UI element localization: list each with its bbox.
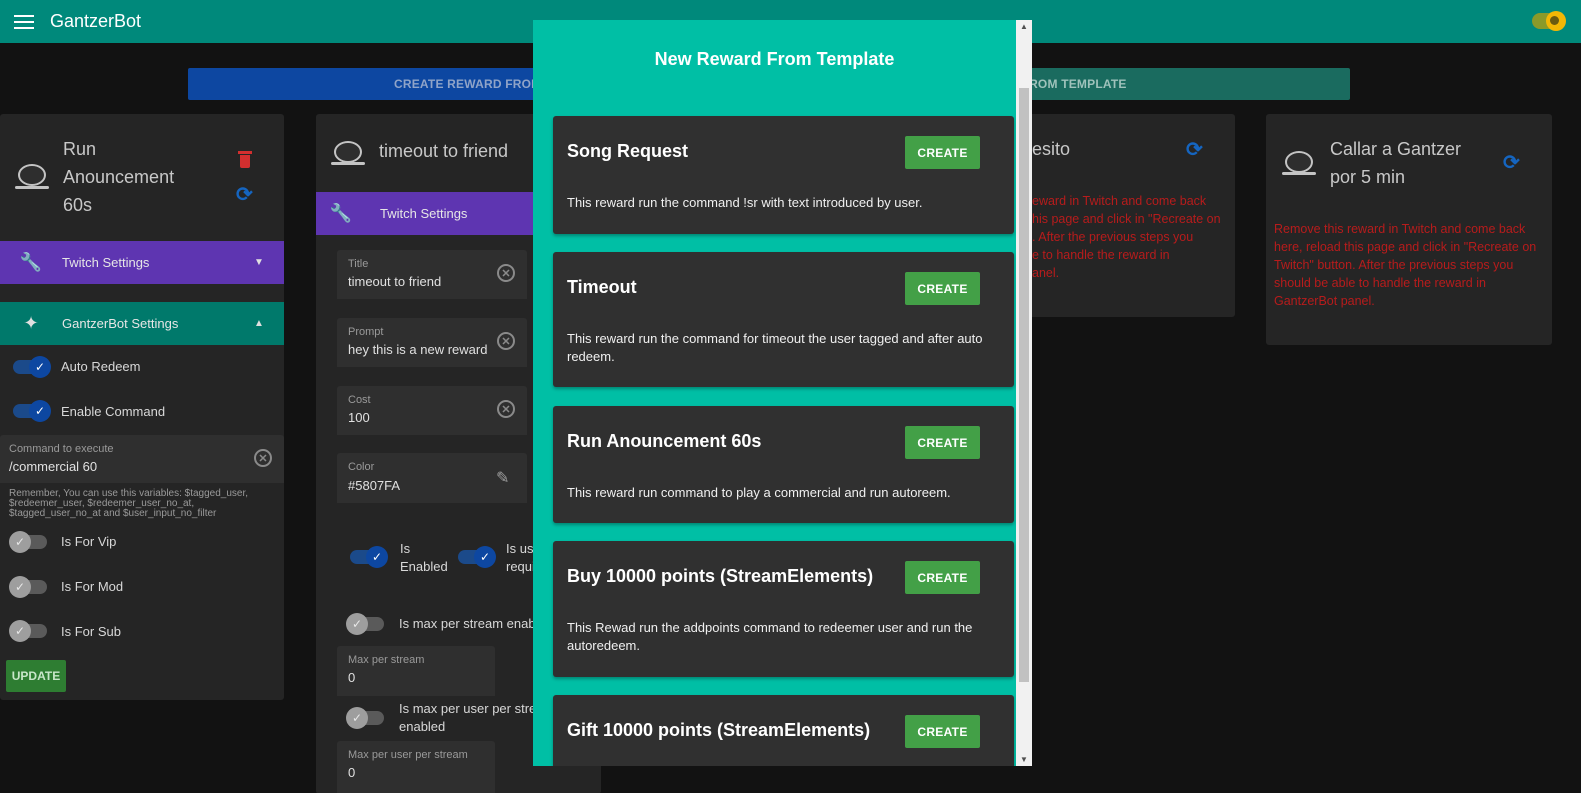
create-button[interactable]: CREATE [905, 561, 980, 594]
create-button[interactable]: CREATE [905, 136, 980, 169]
is-enabled-toggle[interactable]: ✓ [350, 546, 388, 568]
scrollbar-thumb[interactable] [1019, 88, 1029, 682]
twitch-settings-section[interactable]: 🔧 Twitch Settings ▼ [0, 241, 284, 284]
enable-command-label: Enable Command [61, 404, 166, 419]
create-button[interactable]: CREATE [905, 426, 980, 459]
is-user-input-required-toggle[interactable]: ✓ [458, 546, 496, 568]
max-per-user-toggle[interactable]: ✓ [346, 707, 384, 729]
template-card-gift-points: Gift 10000 points (StreamElements) CREAT… [553, 695, 1014, 766]
enable-command-toggle[interactable]: ✓ [13, 400, 51, 422]
template-card-run-anouncement: Run Anouncement 60s CREATE This reward r… [553, 406, 1014, 523]
chevron-up-icon: ▲ [254, 318, 264, 329]
close-circle-icon[interactable]: ✕ [497, 332, 515, 350]
recreate-warning: eward in Twitch and come back his page a… [1032, 194, 1221, 280]
auto-redeem-label: Auto Redeem [61, 359, 141, 374]
modal-scrollbar[interactable]: ▲ ▼ [1016, 20, 1032, 766]
is-for-vip-toggle[interactable]: ✓ [9, 531, 47, 553]
is-for-mod-toggle[interactable]: ✓ [9, 576, 47, 598]
gauge-icon [15, 164, 49, 190]
theme-toggle-icon[interactable] [1532, 11, 1566, 31]
twitch-settings-section[interactable]: 🔧 Twitch Settings [316, 192, 533, 235]
max-per-stream-field[interactable]: Max per stream 0 [337, 646, 495, 696]
wrench-icon: 🔧 [19, 252, 43, 272]
command-field[interactable]: Command to execute /commercial 60 [0, 435, 284, 483]
wrench-icon: 🔧 [329, 203, 353, 223]
update-button[interactable]: UPDATE [6, 660, 66, 692]
reward-title: timeout to friend [379, 141, 509, 161]
max-per-user-label: Is max per user per strea enabled [399, 701, 533, 734]
create-button[interactable]: CREATE [905, 272, 980, 305]
template-card-buy-points: Buy 10000 points (StreamElements) CREATE… [553, 541, 1014, 677]
gantzerbot-settings-section[interactable]: ✦ GantzerBot Settings ▲ [0, 302, 284, 345]
variables-hint: Remember, You can use this variables: $t… [9, 488, 249, 519]
eyedropper-icon[interactable]: ✎ [496, 468, 509, 488]
template-modal: New Reward From Template Song Request CR… [533, 20, 1032, 766]
gauge-icon [1282, 151, 1316, 177]
close-circle-icon[interactable]: ✕ [254, 449, 272, 467]
menu-icon[interactable] [14, 14, 34, 29]
is-for-mod-label: Is For Mod [61, 579, 124, 594]
close-circle-icon[interactable]: ✕ [497, 400, 515, 418]
max-per-stream-label: Is max per stream enabl [399, 616, 533, 631]
reward-title: esito [1032, 139, 1071, 159]
scroll-down-icon[interactable]: ▼ [1016, 755, 1032, 764]
is-enabled-label: Is Enabled [400, 541, 448, 574]
recreate-warning: Remove this reward in Twitch and come ba… [1274, 222, 1537, 308]
modal-title: New Reward From Template [654, 49, 895, 69]
max-per-stream-toggle[interactable]: ✓ [346, 613, 384, 635]
is-for-sub-label: Is For Sub [61, 624, 121, 639]
is-user-input-required-label: Is us requi [506, 541, 533, 574]
sync-icon[interactable]: ⟳ [1186, 137, 1203, 162]
close-circle-icon[interactable]: ✕ [497, 264, 515, 282]
is-for-vip-label: Is For Vip [61, 534, 117, 549]
max-per-user-field[interactable]: Max per user per stream 0 [337, 741, 495, 793]
scroll-up-icon[interactable]: ▲ [1016, 22, 1032, 31]
is-for-sub-toggle[interactable]: ✓ [9, 620, 47, 642]
template-card-song-request: Song Request CREATE This reward run the … [553, 116, 1014, 234]
sync-icon[interactable]: ⟳ [236, 182, 253, 207]
trash-icon[interactable] [238, 151, 252, 168]
create-button[interactable]: CREATE [905, 715, 980, 748]
template-card-timeout: Timeout CREATE This reward run the comma… [553, 252, 1014, 387]
chevron-down-icon: ▼ [254, 257, 264, 268]
app-title: GantzerBot [50, 11, 142, 31]
gauge-icon [331, 141, 365, 167]
auto-redeem-toggle[interactable]: ✓ [13, 356, 51, 378]
reward-title: Callar a Gantzer por 5 min [1330, 139, 1462, 187]
sparkle-icon: ✦ [23, 313, 39, 333]
reward-title: Run Anouncement 60s [63, 139, 175, 215]
sync-icon[interactable]: ⟳ [1503, 150, 1520, 175]
